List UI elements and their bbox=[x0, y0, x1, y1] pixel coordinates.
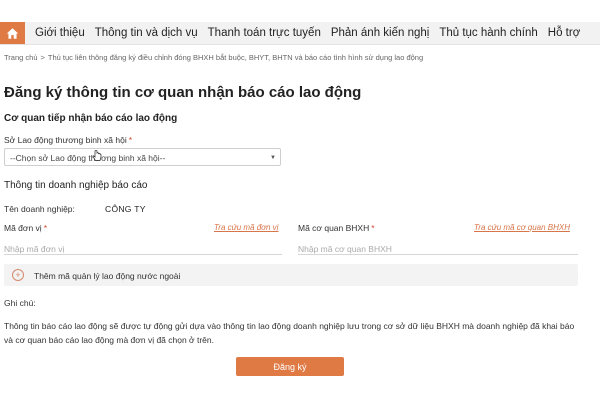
nav-item-gioi-thieu[interactable]: Giới thiệu bbox=[35, 27, 85, 39]
select-value: --Chọn sở Lao động thương binh xã hội-- bbox=[10, 153, 166, 163]
labor-department-select[interactable]: --Chọn sở Lao động thương binh xã hội-- … bbox=[4, 148, 281, 166]
company-name-value: CÔNG TY bbox=[105, 204, 146, 214]
bhxh-code-field[interactable] bbox=[298, 239, 578, 255]
breadcrumb-separator: > bbox=[40, 53, 45, 62]
required-mark: * bbox=[43, 223, 48, 233]
note-label: Ghi chú: bbox=[4, 298, 36, 308]
add-foreign-labor-code-button[interactable]: + Thêm mã quản lý lao động nước ngoài bbox=[4, 264, 578, 286]
bhxh-code-input[interactable] bbox=[298, 244, 578, 254]
nav-item-ho-tro[interactable]: Hỗ trợ bbox=[548, 27, 580, 39]
plus-circle-icon: + bbox=[12, 269, 24, 281]
hand-cursor-icon bbox=[92, 150, 102, 161]
nav-item-phan-anh[interactable]: Phản ánh kiến nghị bbox=[331, 27, 429, 39]
unit-code-label: Mã đơn vị * bbox=[4, 223, 47, 233]
unit-code-label-text: Mã đơn vị bbox=[4, 223, 42, 233]
bhxh-code-label-text: Mã cơ quan BHXH bbox=[298, 223, 370, 233]
unit-code-input[interactable] bbox=[4, 244, 282, 254]
home-icon bbox=[6, 27, 19, 39]
breadcrumb-current[interactable]: Thủ tục liên thông đăng ký điều chỉnh đó… bbox=[48, 53, 423, 62]
add-foreign-labor-code-label: Thêm mã quản lý lao động nước ngoài bbox=[34, 271, 181, 281]
company-name-label: Tên doanh nghiệp: bbox=[4, 204, 75, 214]
unit-code-lookup-link[interactable]: Tra cứu mã đơn vị bbox=[214, 223, 278, 232]
breadcrumb: Trang chủ > Thủ tục liên thông đăng ký điề… bbox=[4, 53, 423, 62]
receiver-label-text: Sở Lao động thương binh xã hội bbox=[4, 135, 127, 145]
home-button[interactable] bbox=[0, 22, 25, 44]
required-mark: * bbox=[371, 223, 375, 233]
caret-down-icon: ▼ bbox=[270, 155, 276, 161]
top-navigation: Giới thiệu Thông tin và dịch vụ Thanh to… bbox=[0, 22, 600, 45]
breadcrumb-home[interactable]: Trang chủ bbox=[4, 53, 38, 62]
receiver-heading: Cơ quan tiếp nhận báo cáo lao động bbox=[4, 113, 178, 124]
receiver-field-label: Sở Lao động thương binh xã hội * bbox=[4, 135, 132, 145]
page-title: Đăng ký thông tin cơ quan nhận báo cáo l… bbox=[4, 84, 362, 101]
nav-item-thu-tuc[interactable]: Thủ tục hành chính bbox=[439, 27, 537, 39]
required-mark: * bbox=[128, 135, 133, 145]
company-heading: Thông tin doanh nghiệp báo cáo bbox=[4, 180, 148, 191]
unit-code-field[interactable] bbox=[4, 239, 282, 255]
note-text: Thông tin báo cáo lao động sẽ được tự độ… bbox=[4, 321, 575, 345]
bhxh-code-label: Mã cơ quan BHXH * bbox=[298, 223, 375, 233]
nav-item-thong-tin-dich-vu[interactable]: Thông tin và dịch vụ bbox=[95, 27, 198, 39]
nav-item-thanh-toan[interactable]: Thanh toán trực tuyến bbox=[208, 27, 321, 39]
register-button[interactable]: Đăng ký bbox=[236, 357, 344, 376]
bhxh-code-lookup-link[interactable]: Tra cứu mã cơ quan BHXH bbox=[474, 223, 570, 232]
